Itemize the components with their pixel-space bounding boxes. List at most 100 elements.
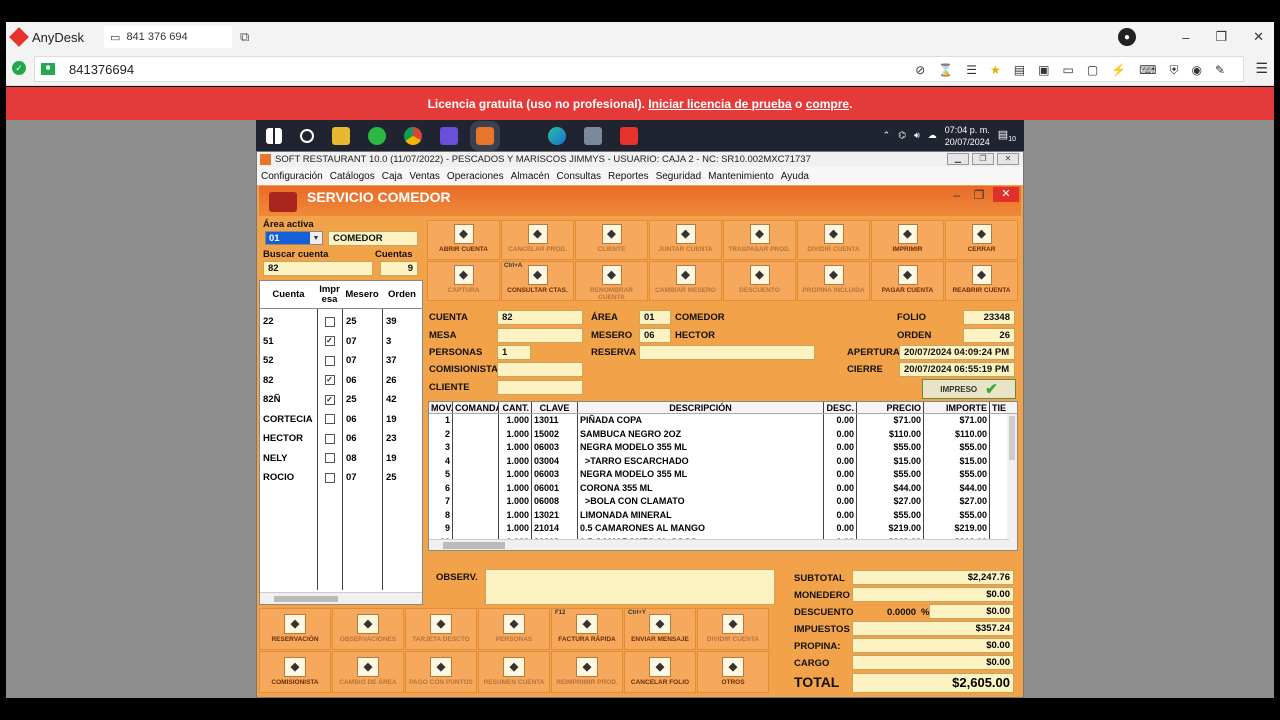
- enviar-mensaje-button[interactable]: Ctrl+Y ◆ ENVIAR MENSAJE: [624, 608, 696, 650]
- hourglass-icon[interactable]: ⌛: [938, 63, 953, 77]
- descuento-button[interactable]: ◆ DESCUENTO: [723, 261, 796, 301]
- checked-checkbox-icon[interactable]: ✓: [324, 394, 335, 405]
- renombrar-cuenta-button[interactable]: ◆ RENOMBRAR CUENTA: [575, 261, 648, 301]
- pago-con-puntos-button[interactable]: ◆ PAGO CON PUNTOS: [405, 651, 477, 693]
- pagar-cuenta-button[interactable]: ◆ PAGAR CUENTA: [871, 261, 944, 301]
- notifications-icon[interactable]: ▤10: [998, 128, 1016, 143]
- grid-header[interactable]: PRECIO: [857, 402, 924, 413]
- window-minimize-button[interactable]: ▁: [947, 153, 969, 165]
- restore-button[interactable]: ❐: [1215, 29, 1227, 45]
- grid-header[interactable]: DESC.: [824, 402, 857, 413]
- chevron-up-icon[interactable]: ⌃: [883, 130, 891, 141]
- menu-ayuda[interactable]: Ayuda: [781, 171, 809, 182]
- otros-button[interactable]: ◆ OTROS: [697, 651, 769, 693]
- cancelar-prod--button[interactable]: ◆ CANCELAR PROD.: [501, 220, 574, 260]
- form-restore-button[interactable]: ❐: [971, 188, 987, 202]
- area-select[interactable]: 01 ▼: [265, 231, 323, 245]
- window-close-button[interactable]: ✕: [997, 153, 1019, 165]
- unchecked-checkbox-icon[interactable]: [324, 316, 335, 327]
- menu-catalogos[interactable]: Catálogos: [330, 171, 375, 182]
- table-row[interactable]: 6 1.000 06001 CORONA 355 ML 0.00 $44.00 $44.00: [429, 481, 1017, 495]
- account-row[interactable]: HECTOR 06 23: [260, 429, 422, 449]
- factura-rápida-button[interactable]: F12 ◆ FACTURA RÁPIDA: [551, 608, 623, 650]
- juntar-cuenta-button[interactable]: ◆ JUNTAR CUENTA: [649, 220, 722, 260]
- table-row[interactable]: 5 1.000 06003 NEGRA MODELO 355 ML 0.00 $55.00…: [429, 468, 1017, 482]
- imprimir-button[interactable]: ◆ IMPRIMIR: [871, 220, 944, 260]
- grid-header[interactable]: IMPORTE: [924, 402, 990, 413]
- volume-icon[interactable]: 🔊︎: [914, 130, 920, 141]
- system-clock[interactable]: 07:04 p. m. 20/07/2024: [945, 124, 990, 148]
- menu-reportes[interactable]: Reportes: [608, 171, 649, 182]
- table-row[interactable]: 4 1.000 03004 >TARRO ESCARCHADO 0.00 $15.00 $…: [429, 454, 1017, 468]
- windows-start-icon[interactable]: [266, 127, 282, 144]
- whatsapp-icon[interactable]: [368, 126, 386, 145]
- account-row[interactable]: 51 ✓ 07 3: [260, 332, 422, 352]
- permissions-icon[interactable]: ⛨: [1169, 63, 1178, 78]
- unchecked-checkbox-icon[interactable]: [324, 355, 335, 366]
- unchecked-checkbox-icon[interactable]: [324, 433, 335, 444]
- captura-button[interactable]: ◆ CAPTURA: [427, 261, 500, 301]
- table-row[interactable]: 8 1.000 13021 LIMONADA MINERAL 0.00 $55.00 $55…: [429, 508, 1017, 522]
- close-button[interactable]: ✕: [1253, 29, 1264, 45]
- dividir-cuenta-button[interactable]: ◆ DIVIDIR CUENTA: [697, 608, 769, 650]
- table-row[interactable]: 9 1.000 21014 0.5 CAMARONES AL MANGO 0.00 $21…: [429, 522, 1017, 536]
- buscar-cuenta-input[interactable]: 82: [263, 261, 373, 276]
- grid-header[interactable]: CANT.: [499, 402, 532, 413]
- comment-icon[interactable]: ▢: [1087, 63, 1098, 77]
- checked-checkbox-icon[interactable]: ✓: [324, 336, 335, 347]
- propina-incluida-button[interactable]: ◆ PROPINA INCLUIDA: [797, 261, 870, 301]
- calculator-icon[interactable]: [584, 126, 602, 145]
- draw-icon[interactable]: ✎: [1215, 63, 1225, 77]
- grid-vscroll[interactable]: [1007, 414, 1017, 550]
- tarjeta-descto-button[interactable]: ◆ TARJETA DESCTO: [405, 608, 477, 650]
- table-row[interactable]: 7 1.000 06008 >BOLA CON CLAMATO 0.00 $27.00 $…: [429, 495, 1017, 509]
- traspasar-prod--button[interactable]: ◆ TRASPASAR PROD.: [723, 220, 796, 260]
- grid-header[interactable]: TIE: [990, 402, 1010, 413]
- grid-header[interactable]: CLAVE: [532, 402, 578, 413]
- trial-license-link[interactable]: Iniciar licencia de prueba: [648, 97, 791, 111]
- menu-seguridad[interactable]: Seguridad: [656, 171, 702, 182]
- menu-almacen[interactable]: Almacén: [511, 171, 550, 182]
- anydesk-taskbar-icon[interactable]: [620, 126, 638, 145]
- search-icon[interactable]: [300, 128, 314, 143]
- hamburger-menu-icon[interactable]: ☰: [1255, 60, 1268, 77]
- keyboard-icon[interactable]: ⌨: [1139, 63, 1156, 77]
- resumen-cuenta-button[interactable]: ◆ RESUMEN CUENTA: [478, 651, 550, 693]
- window-restore-button[interactable]: ❐: [972, 153, 994, 165]
- cambio-de-área-button[interactable]: ◆ CAMBIO DE ÁREA: [332, 651, 404, 693]
- session-tab[interactable]: ▭ 841 376 694: [104, 26, 233, 48]
- file-icon[interactable]: ▤: [1014, 63, 1025, 77]
- cancelar-folio-button[interactable]: ◆ CANCELAR FOLIO: [624, 651, 696, 693]
- action-icon[interactable]: ⚡: [1111, 63, 1126, 77]
- table-row[interactable]: 3 1.000 06003 NEGRA MODELO 355 ML 0.00 $55.00…: [429, 441, 1017, 455]
- comisionista-button[interactable]: ◆ COMISIONISTA: [259, 651, 331, 693]
- edge-icon[interactable]: [548, 126, 566, 145]
- account-row[interactable]: 82Ñ ✓ 25 42: [260, 390, 422, 410]
- account-row[interactable]: ROCIO 07 25: [260, 468, 422, 488]
- observ-field[interactable]: [485, 569, 775, 605]
- accounts-hscroll[interactable]: [260, 592, 422, 604]
- star-icon[interactable]: ★: [990, 63, 1001, 77]
- consultar-ctas--button[interactable]: Ctrl+A ◆ CONSULTAR CTAS.: [501, 261, 574, 301]
- account-row[interactable]: CORTECIA 06 19: [260, 410, 422, 430]
- form-minimize-button[interactable]: –: [949, 188, 965, 202]
- checked-checkbox-icon[interactable]: ✓: [324, 375, 335, 386]
- account-row[interactable]: 52 07 37: [260, 351, 422, 371]
- chrome-icon[interactable]: [404, 126, 422, 145]
- unchecked-checkbox-icon[interactable]: [324, 414, 335, 425]
- reservación-button[interactable]: ◆ RESERVACIÓN: [259, 608, 331, 650]
- buy-link[interactable]: compre: [806, 97, 849, 111]
- app-purple-icon[interactable]: [440, 126, 458, 145]
- menu-operaciones[interactable]: Operaciones: [447, 171, 504, 182]
- menu-configuracion[interactable]: Configuración: [261, 171, 323, 182]
- network-icon[interactable]: ⌬: [898, 130, 906, 141]
- reabrir-cuenta-button[interactable]: ◆ REABRIR CUENTA: [945, 261, 1018, 301]
- account-row[interactable]: NELY 08 19: [260, 449, 422, 469]
- grid-header[interactable]: DESCRIPCIÓN: [578, 402, 824, 413]
- menu-mantenimiento[interactable]: Mantenimiento: [708, 171, 774, 182]
- new-tab-icon[interactable]: ⧉: [240, 29, 249, 45]
- soft-restaurant-taskbar-icon[interactable]: [470, 120, 500, 151]
- database-icon[interactable]: ☰: [966, 63, 977, 77]
- observaciones-button[interactable]: ◆ OBSERVACIONES: [332, 608, 404, 650]
- display-icon[interactable]: ▣: [1038, 63, 1049, 77]
